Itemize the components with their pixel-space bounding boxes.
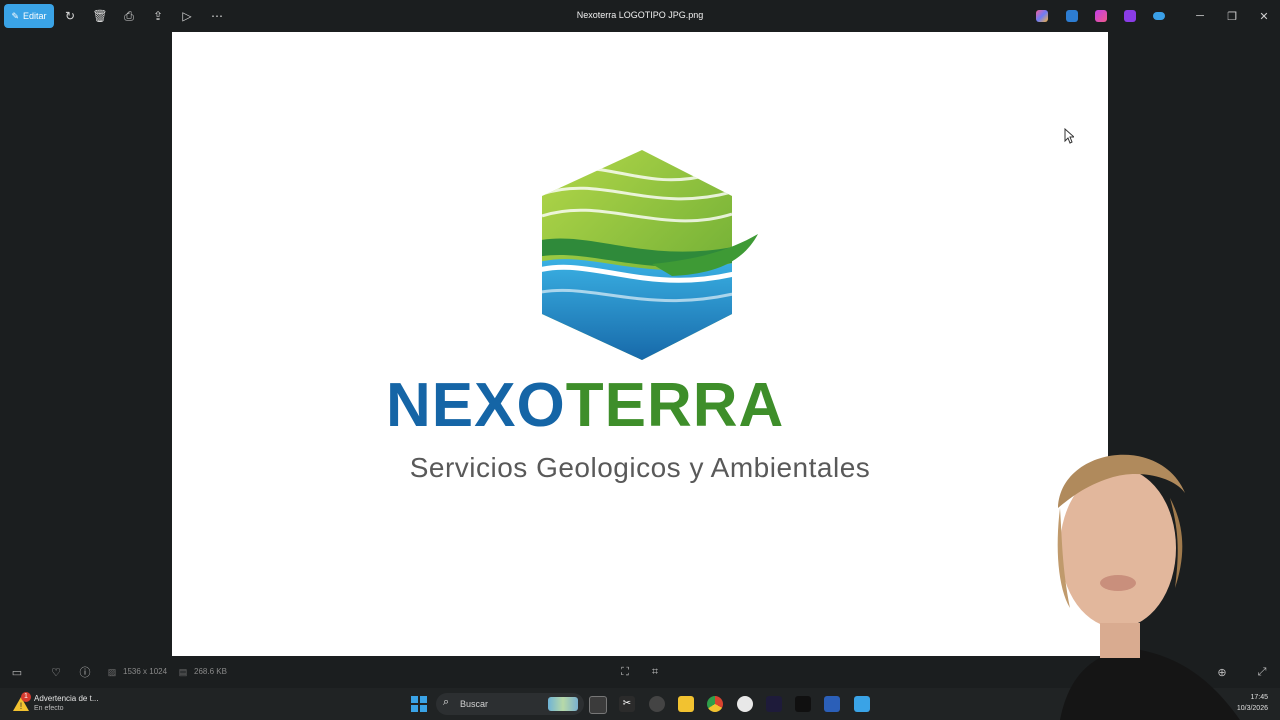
chrome-icon[interactable] <box>707 696 723 712</box>
search-placeholder: Buscar <box>460 699 489 709</box>
window-title: Nexoterra LOGOTIPO JPG.png <box>576 10 704 20</box>
xbox-app-icon[interactable] <box>795 696 811 712</box>
start-tile <box>411 705 418 712</box>
notification-item[interactable]: ! 1 Advertencia de t... En efecto <box>12 692 122 716</box>
search-highlight-icon <box>548 697 578 711</box>
logo-title-terra: TERRA <box>565 371 785 440</box>
image-dimensions: 1536 x 1024 <box>123 667 168 676</box>
photos-app-icon[interactable] <box>854 696 870 712</box>
word-icon[interactable] <box>824 696 840 712</box>
start-tile <box>411 696 418 703</box>
logo-emblem <box>542 150 758 360</box>
image-canvas: NEXOTERRA Servicios Geologicos y Ambient… <box>172 32 1108 656</box>
video-editor-icon[interactable] <box>1124 10 1136 22</box>
minimize-icon[interactable]: ─ <box>1192 8 1208 24</box>
webcam-overlay <box>1057 454 1240 720</box>
windows-start-icon[interactable] <box>411 696 427 712</box>
mouse-cursor-icon <box>1064 128 1074 144</box>
title-bar: ✎ Editar ↻ 🗑 ⎙ ⇪ ▷ ⋯ Nexoterra LOGOTIPO … <box>0 0 1280 32</box>
info-icon[interactable]: ⓘ <box>77 664 93 680</box>
start-tile <box>420 696 427 703</box>
premiere-icon[interactable] <box>766 696 782 712</box>
search-icon: ⌕ <box>443 696 450 708</box>
taskbar-search[interactable]: ⌕ Buscar <box>436 693 584 715</box>
logo-title: NEXOTERRA <box>386 370 784 441</box>
scan-text-icon[interactable]: ⌗ <box>647 664 663 680</box>
logo-subtitle: Servicios Geologicos y Ambientales <box>409 452 871 483</box>
start-tile <box>420 705 427 712</box>
onedrive-icon[interactable] <box>1153 12 1165 20</box>
magnifier-app-icon[interactable] <box>737 696 753 712</box>
obs-icon[interactable] <box>649 696 665 712</box>
close-icon[interactable]: ✕ <box>1256 8 1272 24</box>
notification-badge: 1 <box>21 692 31 702</box>
copilot-icon[interactable] <box>1036 10 1048 22</box>
task-view-icon[interactable] <box>589 696 607 714</box>
logo-title-nexo: NEXO <box>386 371 566 440</box>
clipchamp-icon[interactable] <box>1095 10 1107 22</box>
filmstrip-icon[interactable]: ▭ <box>9 664 25 680</box>
dimensions-icon: ▨ <box>107 666 117 677</box>
favorite-icon[interactable]: ♡ <box>48 664 64 680</box>
notification-subtitle: En efecto <box>34 705 64 712</box>
fit-view-icon[interactable]: ⛶ <box>617 664 633 680</box>
capcut-icon[interactable]: ✂ <box>619 696 635 712</box>
file-explorer-icon[interactable] <box>678 696 694 712</box>
restore-icon[interactable]: ❐ <box>1224 8 1240 24</box>
file-size-icon: ▤ <box>178 666 188 677</box>
svg-text:!: ! <box>20 701 23 711</box>
file-size: 268.6 KB <box>194 667 227 676</box>
designer-icon[interactable] <box>1066 10 1078 22</box>
notification-title: Advertencia de t... <box>34 694 99 703</box>
